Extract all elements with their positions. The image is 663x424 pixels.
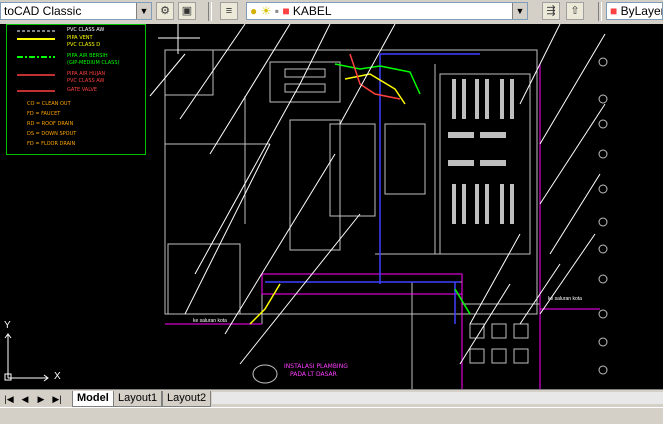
next-tab-icon[interactable]: ▶ <box>34 392 48 406</box>
separator <box>208 2 212 21</box>
status-bar <box>0 407 663 424</box>
ucs-x-label: X <box>54 371 61 382</box>
toolbar: toCAD Classic ▼ ⚙ ▣ ≡ ● ☀ ▪ ■ KABEL ▼ ⇶ … <box>0 0 663 25</box>
room-outline <box>289 119 341 251</box>
chevron-down-icon[interactable]: ▼ <box>136 3 151 19</box>
legend-item: (GIP-MEDIUM CLASS) <box>67 60 120 66</box>
lightbulb-icon[interactable]: ● <box>250 4 257 18</box>
first-tab-icon[interactable]: |◀ <box>2 392 16 406</box>
lock-icon[interactable]: ▪ <box>275 4 279 18</box>
layer-name: KABEL <box>292 4 332 18</box>
note-right: ke saluran kota <box>548 296 582 302</box>
legend-item: CO = CLEAN OUT <box>27 101 71 107</box>
legend-item: DS = DOWN SPOUT <box>27 131 77 137</box>
pipe-route <box>261 273 463 295</box>
workspace-combo[interactable]: toCAD Classic ▼ <box>0 2 152 20</box>
make-layer-current-icon[interactable]: ⇶ <box>542 2 560 20</box>
legend-item: RD = ROOF DRAIN <box>27 121 74 127</box>
layer-color-swatch: ■ <box>282 4 290 18</box>
drawing-canvas[interactable]: PVC CLASS AW PIPA VENT PVC CLASS D PIPA … <box>0 24 663 389</box>
last-tab-icon[interactable]: ▶| <box>50 392 64 406</box>
legend-item: PVC CLASS AW <box>67 27 105 33</box>
legend-item: FD = FLOOR DRAIN <box>27 141 76 147</box>
tab-layout2[interactable]: Layout2 <box>162 391 212 407</box>
separator <box>598 2 602 21</box>
drawing-subtitle: PADA LT DASAR <box>290 371 337 378</box>
ucs-icon <box>4 333 49 382</box>
shelving <box>448 79 514 224</box>
workspace-icon[interactable]: ▣ <box>178 2 196 20</box>
layer-combo[interactable]: ● ☀ ▪ ■ KABEL ▼ <box>246 2 528 20</box>
chevron-down-icon[interactable]: ▼ <box>512 3 527 19</box>
horizontal-scrollbar[interactable] <box>212 392 663 404</box>
legend-box: PVC CLASS AW PIPA VENT PVC CLASS D PIPA … <box>6 24 146 155</box>
workspace-settings-icon[interactable]: ⚙ <box>156 2 174 20</box>
workspace-label: toCAD Classic <box>4 4 82 18</box>
legend-item: PVC CLASS D <box>67 42 101 48</box>
tab-model[interactable]: Model <box>72 391 114 407</box>
legend-item: PVC CLASS AW <box>67 78 105 84</box>
prev-tab-icon[interactable]: ◀ <box>18 392 32 406</box>
linetype-combo[interactable]: ■ ByLayer <box>606 2 663 20</box>
sun-icon[interactable]: ☀ <box>261 4 272 18</box>
note-left: ke saluran kota <box>193 318 227 324</box>
legend-item: GATE VALVE <box>67 87 98 93</box>
layer-previous-icon[interactable]: ⇧ <box>566 2 584 20</box>
room-outline <box>167 243 241 315</box>
tab-layout1[interactable]: Layout1 <box>113 391 163 407</box>
linetype-label: ByLayer <box>620 4 663 18</box>
room-outline <box>164 49 214 96</box>
color-swatch: ■ <box>610 4 618 18</box>
legend-item: PIPA AIR BERSIH <box>67 53 108 59</box>
stair-outline <box>384 123 426 195</box>
legend-item: PIPA VENT <box>67 35 93 41</box>
meeting-room <box>269 61 341 103</box>
stair-outline <box>329 123 376 217</box>
layer-manager-icon[interactable]: ≡ <box>220 2 238 20</box>
ucs-y-label: Y <box>4 320 11 331</box>
drawing-title: INSTALASI PLAMBING <box>284 363 348 370</box>
legend-item: FD = FAUCET <box>27 111 61 117</box>
legend-item: PIPA AIR HUJAN <box>67 71 106 77</box>
